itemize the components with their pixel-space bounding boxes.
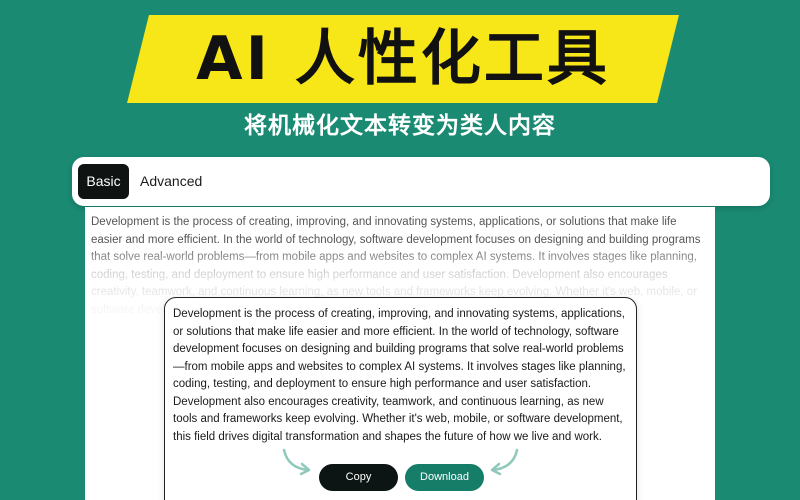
tab-advanced[interactable]: Advanced bbox=[140, 164, 202, 199]
download-button[interactable]: Download bbox=[405, 464, 484, 491]
mode-tab-bar: Basic Advanced bbox=[72, 157, 770, 206]
page-title: AI 人性化工具 bbox=[196, 24, 610, 94]
tab-basic[interactable]: Basic bbox=[78, 164, 129, 199]
app-stage: AI 人性化工具 将机械化文本转变为类人内容 Basic Advanced De… bbox=[0, 0, 800, 500]
output-text: Development is the process of creating, … bbox=[173, 308, 626, 443]
copy-button[interactable]: Copy bbox=[319, 464, 398, 491]
page-subtitle: 将机械化文本转变为类人内容 bbox=[244, 113, 556, 139]
curved-arrow-right-icon bbox=[282, 448, 311, 476]
curved-arrow-left-icon bbox=[490, 448, 519, 476]
output-card: Development is the process of creating, … bbox=[164, 297, 637, 500]
